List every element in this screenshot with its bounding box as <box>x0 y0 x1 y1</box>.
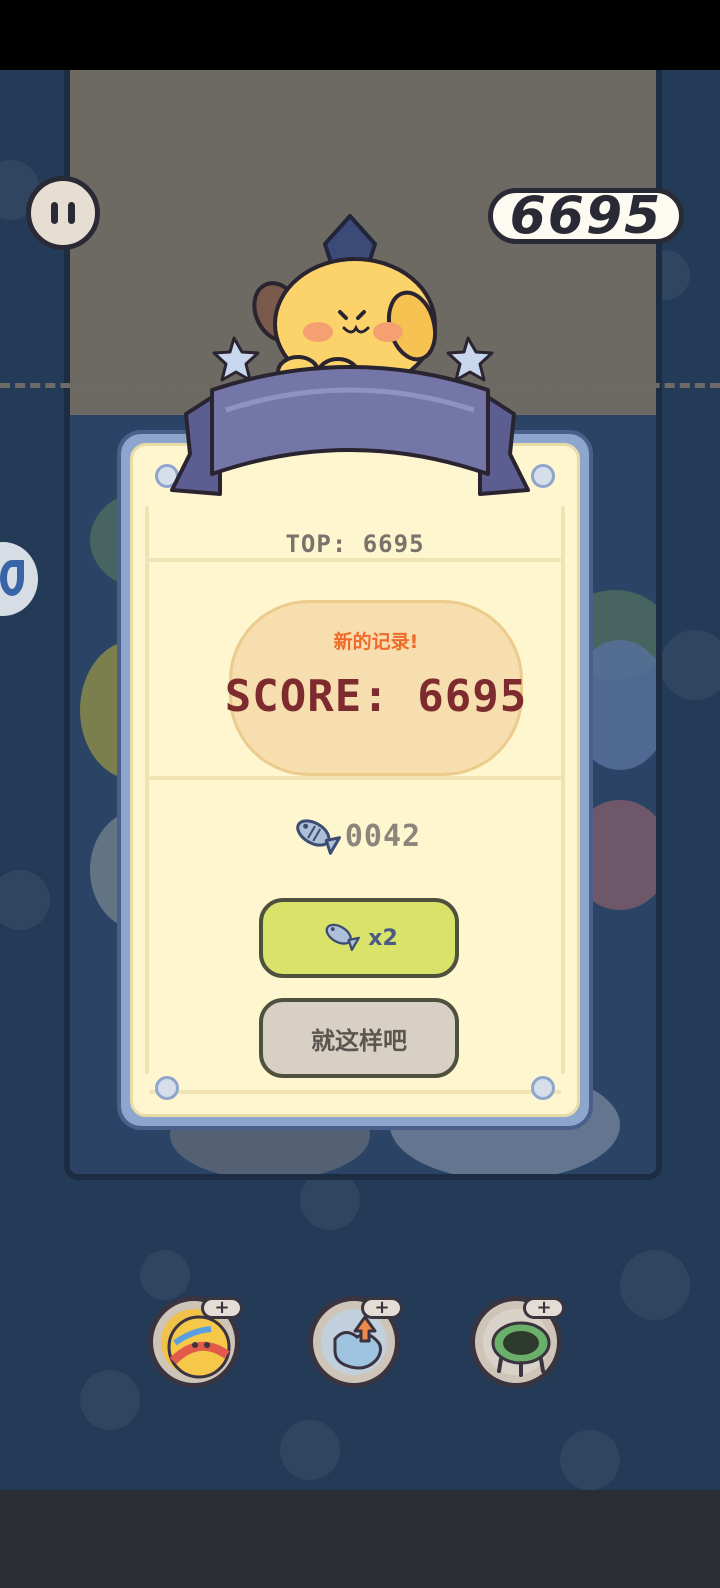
double-reward-label: x2 <box>368 925 398 951</box>
fish-count: 0042 <box>344 818 422 854</box>
powerup-ball[interactable]: + <box>148 1296 243 1388</box>
top-score-label: TOP: 6695 <box>285 530 425 558</box>
pause-button[interactable] <box>26 176 100 250</box>
add-ball-button[interactable]: + <box>201 1297 243 1319</box>
add-trampoline-button[interactable]: + <box>523 1297 565 1319</box>
fish-reward: 0042 <box>133 814 577 858</box>
dog-ribbon-banner <box>170 214 530 496</box>
double-reward-button[interactable]: x2 <box>259 898 459 978</box>
status-bar <box>0 0 720 70</box>
side-tab-icon <box>0 560 24 596</box>
fish-icon <box>289 812 341 860</box>
dialog-panel: TOP: 6695 新的记录! SCORE: 6695 0042 x2 就这样吧 <box>130 443 580 1117</box>
result-dialog: TOP: 6695 新的记录! SCORE: 6695 0042 x2 就这样吧 <box>117 430 593 1130</box>
pause-icon <box>51 202 58 224</box>
skip-button[interactable]: 就这样吧 <box>259 998 459 1078</box>
powerup-puzzle[interactable]: + <box>308 1296 403 1388</box>
system-navigation-bar <box>0 1490 720 1588</box>
new-record-label: 新的记录! <box>333 631 419 653</box>
score-panel: 新的记录! SCORE: 6695 <box>225 600 526 776</box>
fish-icon <box>320 918 361 958</box>
powerup-trampoline[interactable]: + <box>470 1296 565 1388</box>
add-puzzle-button[interactable]: + <box>361 1297 403 1319</box>
rivet-icon <box>531 1076 555 1100</box>
rivet-icon <box>155 1076 179 1100</box>
final-score: SCORE: 6695 <box>224 671 528 722</box>
